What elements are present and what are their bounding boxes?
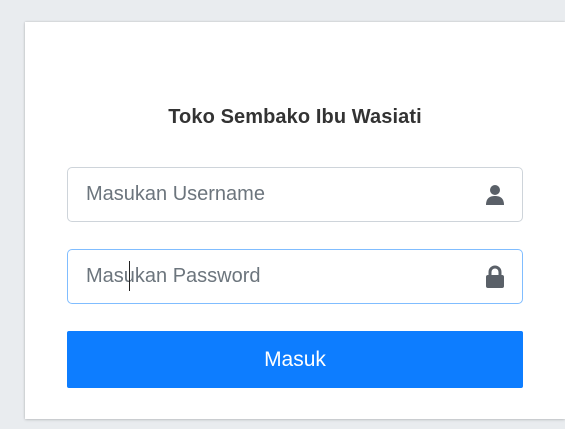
lock-icon xyxy=(485,265,504,288)
text-cursor xyxy=(129,261,130,291)
login-card: Toko Sembako Ibu Wasiati Masuk xyxy=(25,22,565,419)
password-input[interactable] xyxy=(67,249,467,304)
password-group xyxy=(67,249,523,304)
login-button[interactable]: Masuk xyxy=(67,331,523,388)
login-page: Toko Sembako Ibu Wasiati Masuk xyxy=(0,0,565,429)
password-addon xyxy=(467,249,523,304)
username-addon xyxy=(467,167,523,222)
store-title: Toko Sembako Ibu Wasiati xyxy=(168,106,422,128)
username-input[interactable] xyxy=(67,167,467,222)
username-group xyxy=(67,167,523,222)
user-icon xyxy=(485,184,504,205)
